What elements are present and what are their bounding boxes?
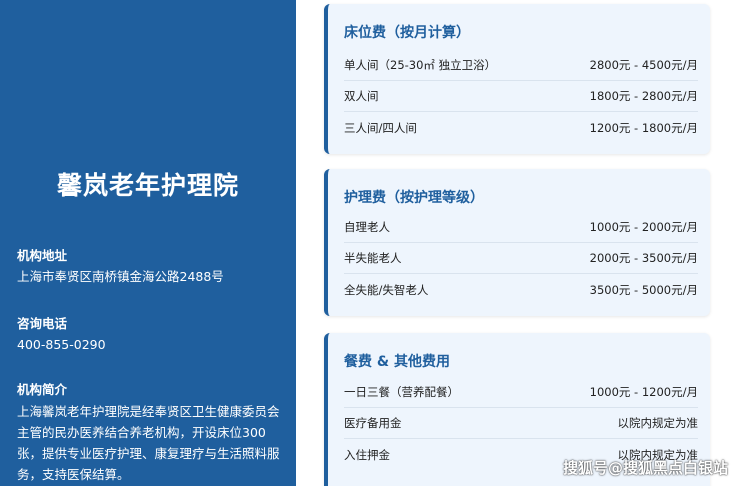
address-label: 机构地址 xyxy=(17,248,68,263)
fee-item-price: 以院内规定为准 xyxy=(617,416,699,430)
fee-item-price: 2000元 - 3500元/月 xyxy=(589,251,698,265)
fee-row: 半失能老人 2000元 - 3500元/月 xyxy=(344,243,698,274)
fee-item-price: 1200元 - 1800元/月 xyxy=(589,120,698,135)
card-title: 护理费（按护理等级） xyxy=(344,190,484,206)
address-value: 上海市奉贤区南桥镇金海公路2488号 xyxy=(17,269,224,284)
nursing-fee-card: 护理费（按护理等级） 自理老人 1000元 - 2000元/月 半失能老人 20… xyxy=(324,169,710,316)
fee-item-name: 半失能老人 xyxy=(344,251,402,265)
fee-item-price: 2800元 - 4500元/月 xyxy=(589,58,698,72)
phone-value[interactable]: 400-855-0290 xyxy=(17,335,106,355)
fee-row: 单人间（25-30㎡ 独立卫浴） 2800元 - 4500元/月 xyxy=(344,50,698,81)
fee-row: 全失能/失智老人 3500元 - 5000元/月 xyxy=(344,274,698,305)
watermark: 搜狐号@搜狐黑点白银站 xyxy=(562,459,728,477)
fee-item-name: 自理老人 xyxy=(344,220,390,234)
fee-item-name: 三人间/四人间 xyxy=(344,120,417,135)
fee-row: 医疗备用金 以院内规定为准 xyxy=(344,408,698,439)
fee-row: 三人间/四人间 1200元 - 1800元/月 xyxy=(344,112,698,143)
card-title: 餐费 & 其他费用 xyxy=(344,354,450,370)
fee-item-price: 1800元 - 2800元/月 xyxy=(589,89,698,103)
bed-fee-card: 床位费（按月计算） 单人间（25-30㎡ 独立卫浴） 2800元 - 4500元… xyxy=(324,4,710,154)
intro-text: 上海馨岚老年护理院是经奉贤区卫生健康委员会主管的民办医养结合养老机构，开设床位3… xyxy=(17,404,280,482)
phone-label: 咨询电话 xyxy=(17,316,68,331)
fee-item-name: 医疗备用金 xyxy=(344,416,402,430)
org-name: 馨岚老年护理院 xyxy=(56,171,239,200)
fee-item-name: 全失能/失智老人 xyxy=(344,282,429,297)
fee-row: 一日三餐（营养配餐） 1000元 - 1200元/月 xyxy=(344,377,698,408)
fee-row: 自理老人 1000元 - 2000元/月 xyxy=(344,212,698,243)
intro-label: 机构简介 xyxy=(17,382,68,397)
fee-item-name: 双人间 xyxy=(344,89,379,103)
fee-item-price: 1000元 - 2000元/月 xyxy=(589,220,698,234)
fee-item-name: 单人间（25-30㎡ 独立卫浴） xyxy=(344,58,497,72)
fee-item-name: 入住押金 xyxy=(344,447,390,462)
fee-item-price: 3500元 - 5000元/月 xyxy=(589,282,698,297)
fee-row: 双人间 1800元 - 2800元/月 xyxy=(344,81,698,112)
info-panel: 馨岚老年护理院 机构地址 上海市奉贤区南桥镇金海公路2488号 咨询电话 400… xyxy=(0,0,296,486)
fee-panel: 床位费（按月计算） 单人间（25-30㎡ 独立卫浴） 2800元 - 4500元… xyxy=(296,0,740,486)
fee-item-price: 1000元 - 1200元/月 xyxy=(589,385,698,399)
fee-item-name: 一日三餐（营养配餐） xyxy=(344,385,459,399)
card-title: 床位费（按月计算） xyxy=(344,25,470,41)
